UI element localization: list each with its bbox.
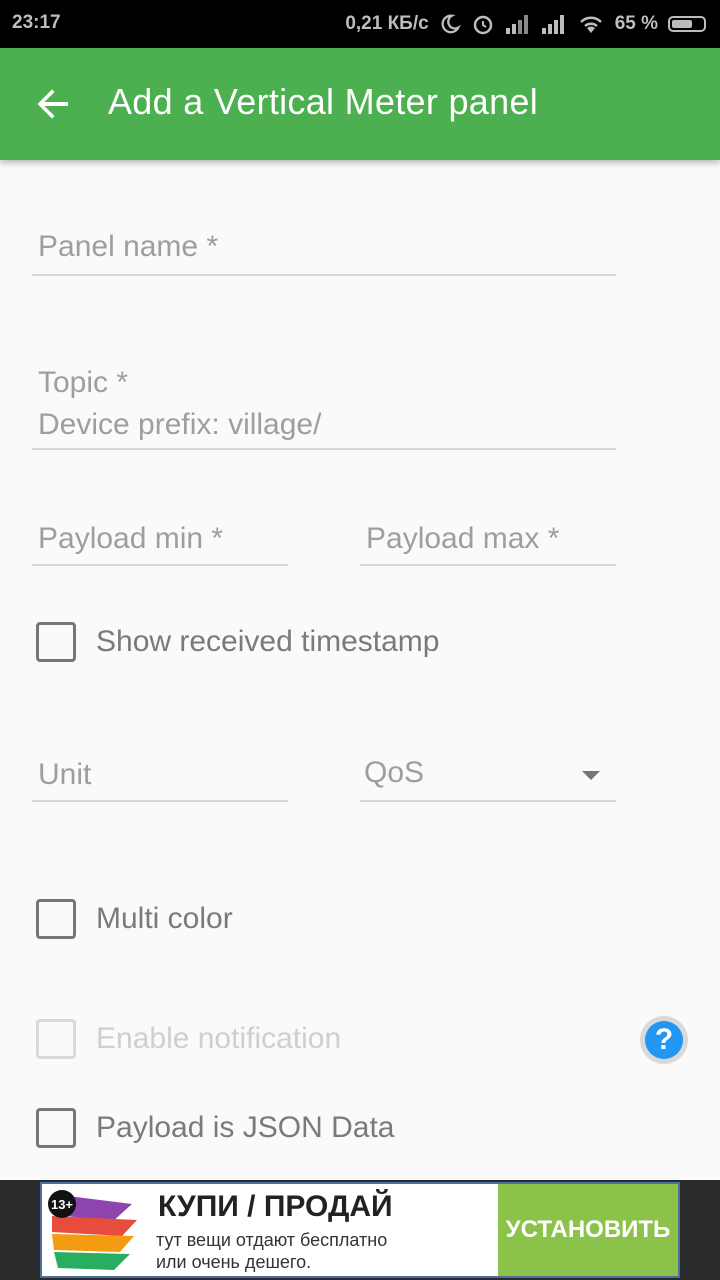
ad-headline: КУПИ / ПРОДАЙ <box>158 1190 393 1223</box>
ad-banner-area: 13+ КУПИ / ПРОДАЙ тут вещи отдают беспла… <box>0 1180 720 1280</box>
network-speed: 0,21 КБ/с <box>345 13 429 34</box>
enable-notification-checkbox <box>36 1019 76 1059</box>
unit-field[interactable]: Unit <box>32 748 288 802</box>
enable-notification-label: Enable notification <box>96 1022 342 1055</box>
payload-json-label: Payload is JSON Data <box>96 1111 395 1144</box>
ad-banner[interactable]: 13+ КУПИ / ПРОДАЙ тут вещи отдают беспла… <box>40 1182 680 1278</box>
status-time: 23:17 <box>12 12 61 33</box>
qos-dropdown[interactable]: QoS <box>360 748 616 802</box>
ad-subtitle-1: тут вещи отдают бесплатно <box>156 1230 388 1250</box>
status-bar: 23:17 0,21 КБ/с 65 % <box>0 0 720 48</box>
alarm-icon <box>471 12 495 36</box>
qos-label: QoS <box>364 756 425 789</box>
payload-max-label: Payload max * <box>366 522 560 555</box>
payload-json-row[interactable]: Payload is JSON Data <box>36 1108 394 1148</box>
multi-color-row[interactable]: Multi color <box>36 899 233 939</box>
signal-icon-2 <box>541 14 567 34</box>
payload-json-checkbox[interactable] <box>36 1108 76 1148</box>
ad-logo: 13+ <box>42 1184 152 1276</box>
battery-level <box>672 20 692 28</box>
multi-color-label: Multi color <box>96 902 233 935</box>
panel-name-label: Panel name * <box>38 230 219 263</box>
unit-label: Unit <box>38 758 92 791</box>
show-timestamp-checkbox[interactable] <box>36 622 76 662</box>
status-icons: 0,21 КБ/с 65 % <box>345 12 706 36</box>
topic-field[interactable]: Topic * Device prefix: village/ <box>32 360 616 450</box>
battery-icon <box>668 16 706 32</box>
help-button[interactable]: ? <box>640 1016 688 1064</box>
arrow-back-icon[interactable] <box>34 84 74 124</box>
ad-subtitle-2: или очень дешего. <box>156 1252 312 1272</box>
show-timestamp-row[interactable]: Show received timestamp <box>36 622 439 662</box>
battery-percent: 65 % <box>614 13 658 34</box>
age-rating-badge: 13+ <box>48 1190 76 1218</box>
app-bar: Add a Vertical Meter panel <box>0 48 720 160</box>
show-timestamp-label: Show received timestamp <box>96 625 440 658</box>
topic-prefix-hint: Device prefix: village/ <box>38 408 322 441</box>
payload-min-label: Payload min * <box>38 522 224 555</box>
multi-color-checkbox[interactable] <box>36 899 76 939</box>
payload-min-field[interactable]: Payload min * <box>32 512 288 566</box>
topic-label: Topic * <box>38 366 129 399</box>
panel-name-field[interactable]: Panel name * <box>32 222 616 276</box>
page-title: Add a Vertical Meter panel <box>108 81 539 122</box>
chevron-down-icon <box>582 768 600 786</box>
signal-icon-1 <box>505 14 531 34</box>
enable-notification-row: Enable notification <box>36 1019 341 1059</box>
payload-max-field[interactable]: Payload max * <box>360 512 616 566</box>
moon-icon <box>439 13 461 35</box>
wifi-icon <box>577 13 605 35</box>
ad-install-button[interactable]: УСТАНОВИТЬ <box>498 1184 678 1276</box>
question-mark-icon: ? <box>645 1021 683 1059</box>
